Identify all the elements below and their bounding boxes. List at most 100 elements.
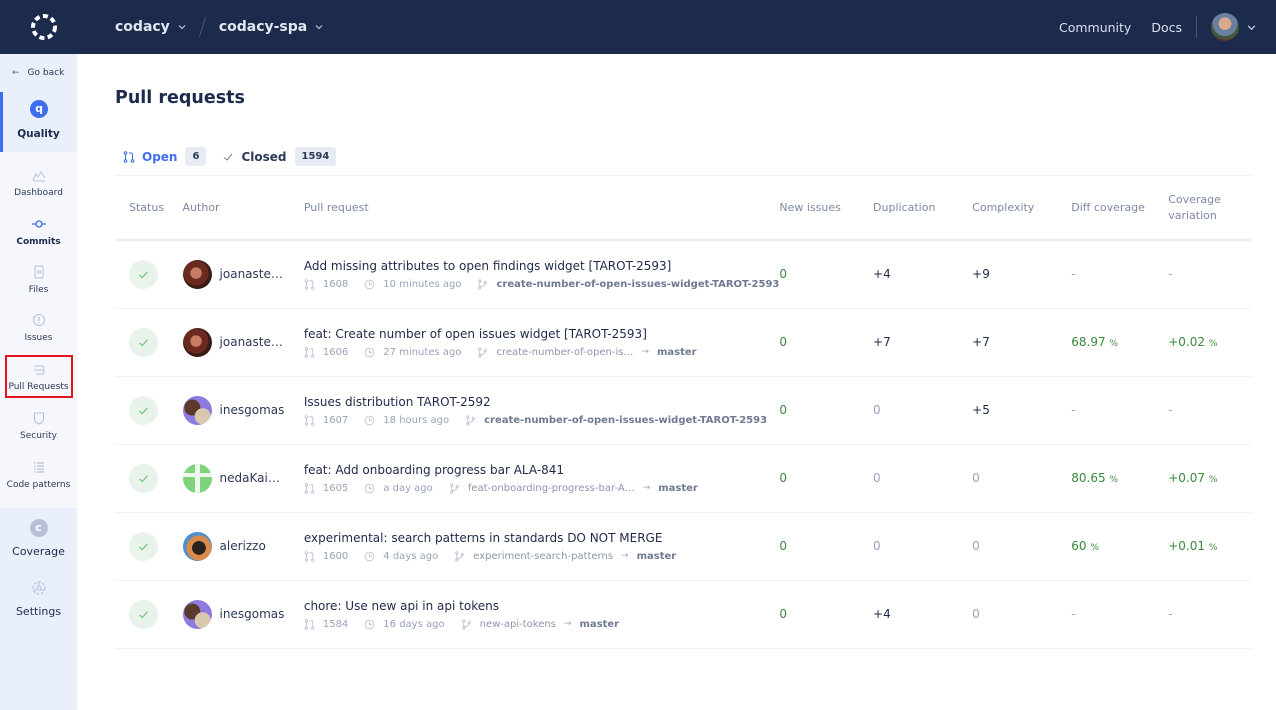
status-badge [129, 327, 158, 357]
clock-icon [364, 347, 375, 357]
target-branch[interactable]: master [637, 551, 677, 562]
table-row[interactable]: joanaste… Add missing attributes to open… [115, 240, 1251, 309]
source-branch[interactable]: new-api-tokens [480, 619, 556, 630]
author[interactable]: inesgomas [182, 599, 304, 629]
pr-meta: 1600 4 days ago experiment-search-patter… [304, 551, 780, 562]
source-branch[interactable]: create-number-of-open-is… [496, 347, 633, 358]
sidebar-item-dashboard[interactable]: Dashboard [0, 168, 77, 198]
source-branch[interactable]: feat-onboarding-progress-bar-A… [468, 483, 635, 494]
pr-title[interactable]: feat: Create number of open issues widge… [304, 327, 780, 341]
go-back-link[interactable]: ← Go back [12, 68, 64, 78]
pr-time: 27 minutes ago [383, 346, 462, 358]
pr-number: 1606 [322, 346, 349, 358]
divider [1196, 16, 1197, 38]
author[interactable]: inesgomas [182, 395, 304, 425]
sidebar-section-coverage[interactable]: c Coverage [0, 519, 77, 558]
branch-icon [478, 279, 488, 290]
target-branch[interactable]: master [579, 619, 619, 630]
check-icon [139, 406, 148, 414]
tab-count: 1594 [294, 147, 337, 166]
tab-closed[interactable]: Closed 1594 [222, 147, 337, 166]
user-avatar[interactable] [1211, 13, 1239, 41]
author-name: joanaste… [219, 267, 283, 282]
arrow-left-icon: ← [12, 68, 20, 78]
coverage-variation-value: - [1168, 403, 1173, 417]
source-branch[interactable]: experiment-search-patterns [473, 551, 613, 562]
sidebar-item-code-patterns[interactable]: Code patterns [0, 460, 77, 490]
pr-title[interactable]: Add missing attributes to open findings … [304, 259, 780, 273]
sidebar-item-label: Dashboard [14, 188, 63, 198]
table-row[interactable]: inesgomas chore: Use new api in api toke… [115, 580, 1251, 649]
avatar [182, 259, 212, 289]
duplication-value: +4 [873, 607, 891, 621]
top-bar: codacy codacy-spa Community Docs [0, 0, 1276, 54]
branch-icon [455, 550, 464, 562]
docs-link[interactable]: Docs [1151, 20, 1182, 35]
shield-icon [33, 412, 44, 425]
author[interactable]: joanaste… [182, 259, 304, 289]
author[interactable]: nedaKai… [182, 463, 304, 493]
pr-meta: 1606 27 minutes ago create-number-of-ope… [304, 347, 780, 358]
sidebar-item-files[interactable]: Files [0, 265, 77, 295]
codacy-logo-icon[interactable] [28, 11, 60, 43]
avatar [182, 463, 212, 493]
clock-icon [364, 619, 375, 629]
check-icon [139, 474, 148, 482]
pr-number: 1600 [322, 550, 349, 562]
new-issues-value: 0 [779, 335, 788, 349]
clock-icon [364, 415, 375, 425]
pr-title[interactable]: Issues distribution TAROT-2592 [304, 395, 780, 409]
table-row[interactable]: nedaKai… feat: Add onboarding progress b… [115, 444, 1251, 513]
sidebar-item-label: Issues [24, 333, 53, 343]
col-duplication: Duplication [873, 176, 973, 241]
org-selector[interactable]: codacy [115, 19, 186, 35]
diff-coverage-value: 80.65 [1071, 471, 1106, 485]
pr-time: 4 days ago [383, 550, 439, 562]
table-row[interactable]: inesgomas Issues distribution TAROT-2592… [115, 376, 1251, 445]
branch-icon [461, 618, 471, 630]
repo-selector[interactable]: codacy-spa [219, 19, 323, 35]
avatar [182, 327, 212, 357]
author[interactable]: joanaste… [182, 327, 304, 357]
sidebar-item-issues[interactable]: Issues [0, 313, 77, 343]
tab-open[interactable]: Open 6 [123, 147, 207, 166]
col-diff-coverage: Diff coverage [1071, 176, 1169, 241]
status-badge [129, 599, 158, 629]
col-author: Author [182, 176, 304, 241]
tab-count: 6 [185, 147, 207, 166]
pr-title[interactable]: chore: Use new api in api tokens [304, 599, 780, 613]
diff-coverage-value: 60 [1071, 539, 1087, 553]
table-header: Status Author Pull request New issues Du… [115, 176, 1251, 241]
pull-request-icon [304, 346, 315, 358]
source-branch[interactable]: create-number-of-open-issues-widget-TARO… [496, 279, 779, 290]
duplication-value: 0 [873, 471, 881, 485]
clock-icon [364, 483, 375, 493]
community-link[interactable]: Community [1059, 20, 1131, 35]
table-row[interactable]: alerizzo experimental: search patterns i… [115, 512, 1251, 581]
pr-time: 16 days ago [383, 618, 445, 630]
author-name: inesgomas [219, 403, 285, 417]
sidebar-section-settings[interactable]: Settings [0, 579, 77, 618]
complexity-value: +7 [972, 335, 990, 349]
sidebar-section-quality[interactable]: q Quality [0, 92, 77, 152]
source-branch[interactable]: create-number-of-open-issues-widget-TARO… [484, 415, 767, 426]
author[interactable]: alerizzo [182, 531, 304, 561]
breadcrumb-separator [198, 17, 206, 37]
duplication-value: +7 [873, 335, 891, 349]
diff-coverage-unit: % [1090, 543, 1099, 553]
chart-icon [32, 171, 45, 182]
sidebar-item-security[interactable]: Security [0, 411, 77, 441]
target-branch[interactable]: master [658, 483, 698, 494]
pr-number: 1584 [322, 618, 349, 630]
pr-meta: 1608 10 minutes ago create-number-of-ope… [304, 279, 779, 290]
target-branch[interactable]: master [657, 347, 697, 358]
status-badge [129, 463, 158, 493]
arrow-right-icon: → [563, 619, 572, 629]
chevron-down-icon[interactable] [1247, 23, 1256, 32]
repo-name: codacy-spa [218, 19, 308, 35]
pr-title[interactable]: experimental: search patterns in standar… [304, 531, 780, 545]
pr-title[interactable]: feat: Add onboarding progress bar ALA-84… [304, 463, 780, 477]
sidebar-item-commits[interactable]: Commits [0, 217, 77, 247]
author-name: alerizzo [219, 539, 266, 553]
table-row[interactable]: joanaste… feat: Create number of open is… [115, 308, 1251, 377]
